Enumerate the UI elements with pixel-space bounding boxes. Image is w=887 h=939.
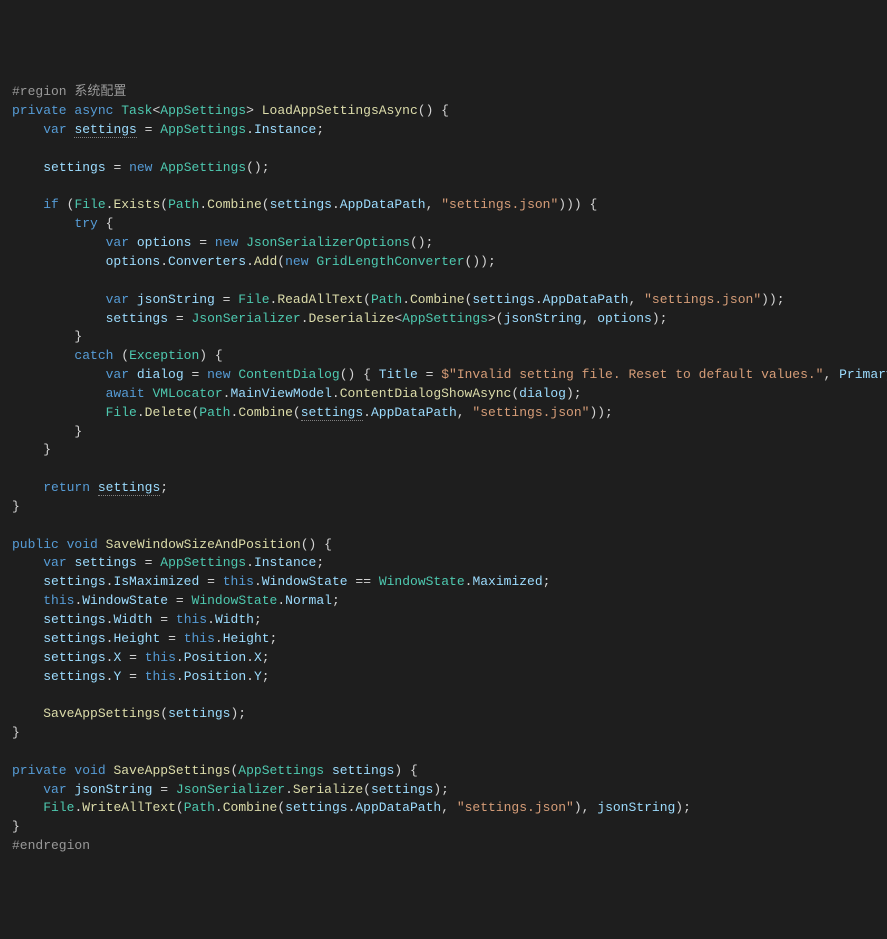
method-save-window: SaveWindowSizeAndPosition [106, 537, 301, 552]
type-task: Task [121, 103, 152, 118]
keyword-async: async [74, 103, 113, 118]
region-end: #endregion [12, 838, 90, 853]
region-start: #region 系统配置 [12, 84, 126, 99]
code-editor-content[interactable]: #region 系统配置 private async Task<AppSetti… [12, 84, 887, 853]
method-load: LoadAppSettingsAsync [262, 103, 418, 118]
method-save-settings: SaveAppSettings [113, 763, 230, 778]
type-appsettings: AppSettings [160, 103, 246, 118]
keyword-private: private [12, 103, 67, 118]
